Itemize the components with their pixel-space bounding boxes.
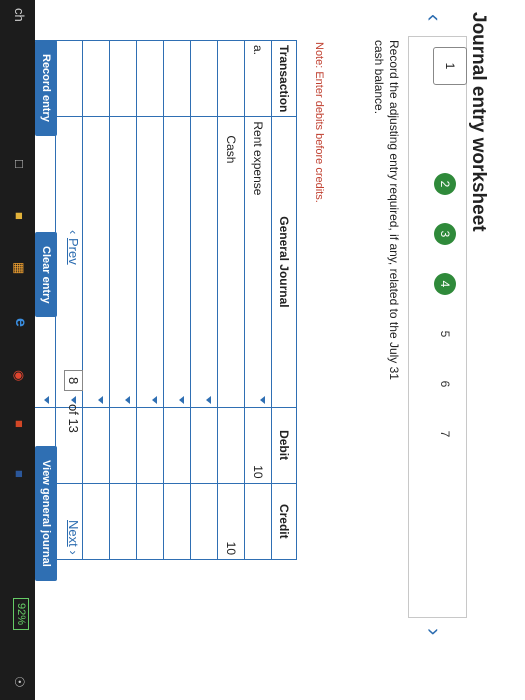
credit-input[interactable] — [163, 483, 191, 560]
debit-input[interactable]: 10 — [244, 407, 272, 484]
step-tab-6[interactable]: 6 — [434, 373, 456, 395]
account-select[interactable]: Rent expense — [244, 116, 272, 408]
dropdown-arrow-icon[interactable] — [98, 395, 103, 404]
dropdown-arrow-icon[interactable] — [179, 395, 184, 404]
photo-scene: Journal entry worksheet ‹ › 1 2 3 4 5 6 … — [0, 0, 525, 700]
file-explorer-icon[interactable]: ■ — [12, 212, 27, 220]
debit-input[interactable] — [82, 407, 110, 484]
page-total: of 13 — [66, 404, 81, 433]
step-tab-3[interactable]: 3 — [434, 223, 456, 245]
chevron-left-icon: ‹ — [66, 230, 81, 235]
table-row: a. Rent expense 10 — [244, 40, 272, 560]
dropdown-arrow-icon[interactable] — [71, 395, 76, 404]
dropdown-arrow-icon[interactable] — [260, 395, 265, 404]
transaction-cell — [109, 40, 137, 117]
people-icon[interactable]: ☉ — [11, 676, 27, 688]
powerpoint-icon[interactable]: ■ — [12, 420, 27, 428]
next-link[interactable]: Next › — [66, 520, 81, 555]
task-view-icon[interactable]: □ — [12, 160, 27, 168]
table-row — [163, 40, 191, 560]
credit-input[interactable] — [244, 483, 272, 560]
transaction-cell — [163, 40, 191, 117]
transaction-cell — [82, 40, 110, 117]
dropdown-arrow-icon[interactable] — [125, 395, 130, 404]
prev-step-arrow-icon[interactable]: ‹ — [421, 14, 447, 21]
word-icon[interactable]: ■ — [12, 470, 27, 478]
next-label: Next — [66, 520, 81, 547]
credit-input[interactable] — [82, 483, 110, 560]
header-transaction: Transaction — [271, 40, 297, 117]
debit-input[interactable] — [136, 407, 164, 484]
step-tab-4[interactable]: 4 — [434, 273, 456, 295]
chrome-icon[interactable]: ◉ — [11, 370, 27, 381]
debit-input[interactable] — [163, 407, 191, 484]
table-row — [55, 40, 83, 560]
account-select[interactable] — [190, 116, 218, 408]
credit-input[interactable] — [136, 483, 164, 560]
journal-table: Transaction General Journal Debit Credit… — [28, 40, 297, 560]
store-icon[interactable]: ▦ — [11, 262, 27, 274]
note-text: Note: Enter debits before credits. — [313, 42, 325, 203]
prev-label: Prev — [66, 237, 81, 265]
step-tab-2[interactable]: 2 — [434, 173, 456, 195]
browser-screen: Journal entry worksheet ‹ › 1 2 3 4 5 6 … — [0, 0, 525, 700]
account-select[interactable] — [109, 116, 137, 408]
step-tab-7[interactable]: 7 — [434, 423, 456, 445]
taskbar: ch □ ■ ▦ e ◉ ■ ■ 92% ☉ — [0, 0, 35, 700]
step-tabs: 1 2 3 4 5 6 7 — [408, 36, 467, 618]
account-value: Rent expense — [251, 121, 265, 196]
transaction-cell — [55, 40, 83, 117]
account-select[interactable] — [82, 116, 110, 408]
account-select[interactable]: Cash — [217, 116, 245, 408]
table-row — [82, 40, 110, 560]
dropdown-arrow-icon[interactable] — [152, 395, 157, 404]
credit-input[interactable] — [190, 483, 218, 560]
debit-input[interactable] — [217, 407, 245, 484]
step-tab-5[interactable]: 5 — [434, 323, 456, 345]
page-title: Journal entry worksheet — [468, 12, 489, 232]
battery-indicator: 92% — [13, 598, 29, 631]
prev-link[interactable]: ‹ Prev — [66, 230, 81, 265]
table-row — [190, 40, 218, 560]
account-select[interactable] — [136, 116, 164, 408]
debit-input[interactable] — [109, 407, 137, 484]
table-header-row: Transaction General Journal Debit Credit — [271, 40, 297, 560]
dropdown-arrow-icon[interactable] — [44, 395, 49, 404]
table-row — [136, 40, 164, 560]
view-general-journal-button[interactable]: View general journal — [35, 446, 57, 581]
transaction-cell — [136, 40, 164, 117]
table-row: Cash 10 — [217, 40, 245, 560]
account-select[interactable] — [163, 116, 191, 408]
record-entry-button[interactable]: Record entry — [35, 40, 57, 136]
clear-entry-button[interactable]: Clear entry — [35, 232, 57, 318]
credit-input[interactable] — [109, 483, 137, 560]
table-row — [109, 40, 137, 560]
transaction-cell — [217, 40, 245, 117]
dropdown-arrow-icon[interactable] — [206, 395, 211, 404]
taskbar-search-text[interactable]: ch — [12, 8, 27, 22]
next-step-arrow-icon[interactable]: › — [421, 628, 447, 635]
edge-icon[interactable]: e — [11, 318, 29, 327]
page-number-box[interactable]: 8 — [64, 370, 83, 392]
header-general-journal: General Journal — [271, 116, 297, 408]
credit-input[interactable]: 10 — [217, 483, 245, 560]
instruction-text: Record the adjusting entry required, if … — [372, 40, 401, 380]
header-credit: Credit — [271, 483, 297, 560]
chevron-right-icon: › — [66, 550, 81, 555]
header-debit: Debit — [271, 407, 297, 484]
transaction-cell — [190, 40, 218, 117]
account-value: Cash — [224, 135, 238, 164]
debit-input[interactable] — [190, 407, 218, 484]
transaction-cell: a. — [244, 40, 272, 117]
step-tab-1[interactable]: 1 — [433, 47, 467, 85]
